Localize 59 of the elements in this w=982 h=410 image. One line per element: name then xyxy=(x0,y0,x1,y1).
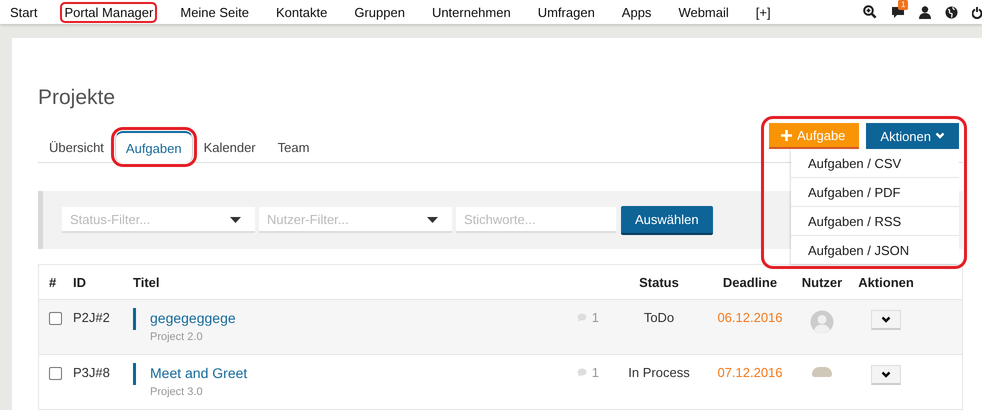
tab[interactable]: Übersicht xyxy=(38,131,115,162)
chevron-down-icon xyxy=(881,371,891,378)
task-title-link[interactable]: Meet and Greet xyxy=(150,365,577,381)
user-filter-dropdown[interactable]: Nutzer-Filter... xyxy=(259,207,452,233)
column-header: Titel xyxy=(133,274,160,290)
nav-link[interactable]: Kontakte xyxy=(272,2,332,22)
task-id: P2J#2 xyxy=(73,310,111,325)
tab[interactable]: Kalender xyxy=(192,131,267,162)
nav-link[interactable]: Umfragen xyxy=(534,2,599,22)
checkbox[interactable] xyxy=(49,312,62,325)
page-title: Projekte xyxy=(38,86,116,110)
comment-icon xyxy=(576,313,587,322)
nav-link[interactable]: Webmail xyxy=(674,2,733,22)
tab[interactable]: Team xyxy=(266,131,320,162)
nav-link[interactable]: [+] xyxy=(752,2,775,22)
nav-link[interactable]: Gruppen xyxy=(350,2,409,22)
nav-link[interactable]: Apps xyxy=(618,2,656,22)
deadline-date: 07.12.2016 xyxy=(716,365,784,380)
menu-item[interactable]: Aufgaben / CSV xyxy=(791,149,959,178)
comment-icon xyxy=(576,368,587,377)
caret-icon xyxy=(427,217,438,223)
user-icon[interactable] xyxy=(919,6,931,18)
status-filter-dropdown[interactable]: Status-Filter... xyxy=(62,207,255,233)
row-menu-button[interactable] xyxy=(871,310,901,330)
comment-count: 1 xyxy=(592,365,599,380)
task-id: P3J#8 xyxy=(73,365,111,380)
nav-link[interactable]: Portal Manager xyxy=(60,2,158,22)
column-header: # xyxy=(48,274,58,290)
notification-badge: 1 xyxy=(898,0,908,10)
avatar-icon xyxy=(810,310,834,334)
caret-icon xyxy=(230,217,241,223)
power-icon[interactable] xyxy=(972,6,982,18)
chevron-down-icon xyxy=(881,316,891,323)
status-text: ToDo xyxy=(642,310,676,325)
chevron-down-icon xyxy=(935,132,945,140)
menu-item[interactable]: Aufgaben / JSON xyxy=(791,236,959,264)
nav-link[interactable]: Unternehmen xyxy=(428,2,515,22)
comment-count: 1 xyxy=(592,310,599,325)
project-name: Project 2.0 xyxy=(150,331,204,343)
select-button[interactable]: Auswählen xyxy=(621,206,713,234)
column-header: Deadline xyxy=(722,274,778,290)
checkbox[interactable] xyxy=(49,367,62,380)
nav-link[interactable]: Start xyxy=(6,2,42,22)
zoom-in-icon[interactable] xyxy=(863,5,877,19)
project-name: Project 3.0 xyxy=(150,386,204,398)
deadline-date: 06.12.2016 xyxy=(716,310,784,325)
plus-icon xyxy=(780,130,792,141)
row-menu-button[interactable] xyxy=(871,365,901,385)
task-title-link[interactable]: gegegeggege xyxy=(150,310,577,326)
column-header: ID xyxy=(73,274,87,290)
avatar-picture xyxy=(812,367,832,377)
keyword-field[interactable]: Stichworte... xyxy=(456,207,616,233)
column-header: Status xyxy=(638,274,680,290)
globe-icon[interactable] xyxy=(945,6,958,18)
actions-button[interactable]: Aktionen xyxy=(866,123,959,149)
column-header: Nutzer xyxy=(800,274,844,290)
status-text: In Process xyxy=(627,365,691,380)
nav-link[interactable]: Meine Seite xyxy=(176,2,254,22)
column-header: Aktionen xyxy=(857,274,915,290)
